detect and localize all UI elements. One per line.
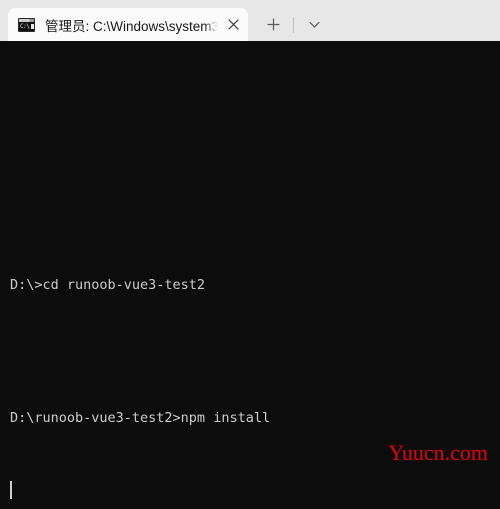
new-tab-button[interactable] (258, 11, 288, 38)
terminal-line-cd: D:\>cd runoob-vue3-test2 (10, 277, 206, 293)
chevron-down-icon[interactable] (299, 11, 329, 38)
terminal-window: C:\ 管理员: C:\Windows\system32 D:\>cd runo… (0, 0, 500, 509)
cmd-console-icon: C:\ (18, 17, 35, 32)
tab-cmd-admin[interactable]: C:\ 管理员: C:\Windows\system32 (8, 8, 248, 41)
tab-title: 管理员: C:\Windows\system32 (45, 18, 218, 34)
text-cursor (10, 481, 12, 499)
tab-strip: C:\ 管理员: C:\Windows\system32 (0, 0, 329, 41)
terminal-line-npm-install: D:\runoob-vue3-test2>npm install (10, 410, 271, 426)
terminal-output[interactable]: D:\>cd runoob-vue3-test2 D:\runoob-vue3-… (0, 41, 500, 509)
toolbar-divider (293, 17, 294, 33)
cmd-icon-prompt-text: C:\ (20, 22, 30, 30)
title-bar: C:\ 管理员: C:\Windows\system32 (0, 0, 500, 41)
close-icon[interactable] (218, 10, 248, 39)
